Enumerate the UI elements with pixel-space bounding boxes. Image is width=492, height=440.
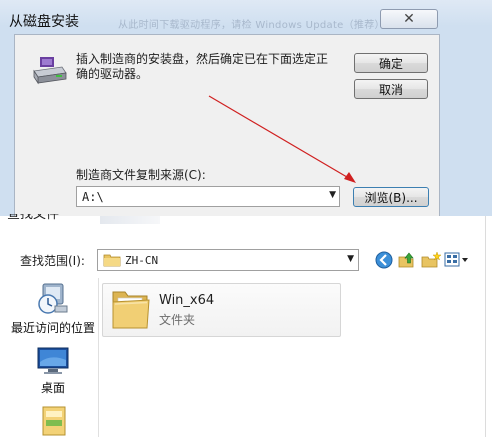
chevron-down-icon[interactable]: ▼ <box>347 254 354 264</box>
dialog-body: 插入制造商的安装盘，然后确定已在下面选定正确的驱动器。 确定 取消 制造商文件复… <box>14 34 440 217</box>
install-from-disk-dialog: 从磁盘安装 从此时间下载驱动程序，请检 Windows Update（推荐） ✕… <box>0 0 492 217</box>
file-type: 文件夹 <box>159 313 196 327</box>
back-icon[interactable] <box>375 251 393 272</box>
file-name: Win_x64 <box>159 293 215 308</box>
close-button[interactable]: ✕ <box>380 9 438 29</box>
source-label: 制造商文件复制来源(C): <box>76 168 206 182</box>
place-libraries[interactable] <box>8 405 98 440</box>
close-icon: ✕ <box>403 11 415 27</box>
view-menu-icon[interactable] <box>444 251 470 272</box>
cancel-button[interactable]: 取消 <box>354 79 428 99</box>
disk-drive-icon <box>32 53 68 90</box>
place-label: 桌面 <box>40 381 65 395</box>
source-path-value: A:\ <box>82 190 104 204</box>
desktop-icon <box>8 346 98 379</box>
ok-button[interactable]: 确定 <box>354 53 428 73</box>
places-bar: 最近访问的位置 桌面 <box>8 278 98 437</box>
chevron-down-icon[interactable]: ▼ <box>329 190 336 200</box>
background-window-fragment <box>100 216 160 224</box>
place-desktop[interactable]: 桌面 <box>8 346 98 396</box>
dialog-title: 从磁盘安装 <box>9 14 79 30</box>
background-window-text: 从此时间下载驱动程序，请检 Windows Update（推荐） <box>118 20 385 31</box>
look-in-value: ZH-CN <box>125 254 159 267</box>
look-in-combobox[interactable]: ZH-CN ▼ <box>97 249 359 271</box>
libraries-icon <box>8 405 98 440</box>
folder-icon <box>109 286 153 335</box>
place-recent[interactable]: 最近访问的位置 <box>8 282 98 336</box>
new-folder-icon[interactable] <box>421 251 442 272</box>
folder-icon <box>103 253 121 270</box>
browse-button[interactable]: 浏览(B)... <box>353 187 429 207</box>
list-item[interactable]: Win_x64 文件夹 <box>102 283 341 337</box>
up-folder-icon[interactable] <box>398 251 416 272</box>
look-in-label: 查找范围(I): <box>20 254 85 268</box>
source-path-combobox[interactable]: A:\ ▼ <box>76 186 340 207</box>
instruction-text: 插入制造商的安装盘，然后确定已在下面选定正确的驱动器。 <box>76 52 329 81</box>
find-file-dialog: 查找文件 查找范围(I): ZH-CN ▼ 最近访问的位置 桌面 Win_x64… <box>0 214 492 437</box>
recent-places-icon <box>8 282 98 319</box>
place-label: 最近访问的位置 <box>10 321 95 335</box>
find-dialog-title: 查找文件 <box>7 214 60 222</box>
